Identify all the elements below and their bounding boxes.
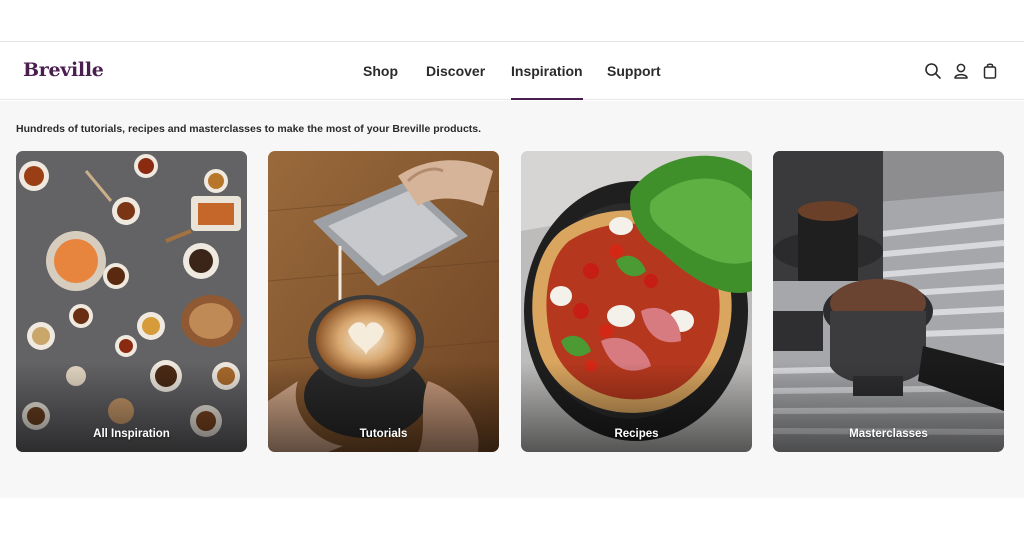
nav-shop[interactable]: Shop — [363, 63, 398, 79]
bottom-strip — [0, 498, 1024, 538]
inspiration-section: Hundreds of tutorials, recipes and maste… — [0, 101, 1024, 498]
main-nav: Shop Discover Inspiration Support — [0, 42, 1024, 100]
bag-icon[interactable] — [981, 62, 999, 80]
card-tutorials[interactable]: Tutorials — [268, 151, 499, 452]
search-icon[interactable] — [924, 62, 942, 80]
site-header: Breville Shop Discover Inspiration Suppo… — [0, 42, 1024, 100]
nav-support[interactable]: Support — [607, 63, 661, 79]
intro-text: Hundreds of tutorials, recipes and maste… — [16, 123, 482, 135]
card-recipes[interactable]: Recipes — [521, 151, 752, 452]
card-label: All Inspiration — [93, 428, 170, 440]
top-strip — [0, 0, 1024, 42]
card-label: Recipes — [614, 428, 659, 440]
account-icon[interactable] — [952, 62, 970, 80]
card-label: Tutorials — [359, 428, 408, 440]
nav-discover[interactable]: Discover — [426, 63, 485, 79]
card-label: Masterclasses — [849, 428, 928, 440]
nav-inspiration[interactable]: Inspiration — [511, 63, 583, 100]
card-all-inspiration[interactable]: All Inspiration — [16, 151, 247, 452]
card-masterclasses[interactable]: Masterclasses — [773, 151, 1004, 452]
